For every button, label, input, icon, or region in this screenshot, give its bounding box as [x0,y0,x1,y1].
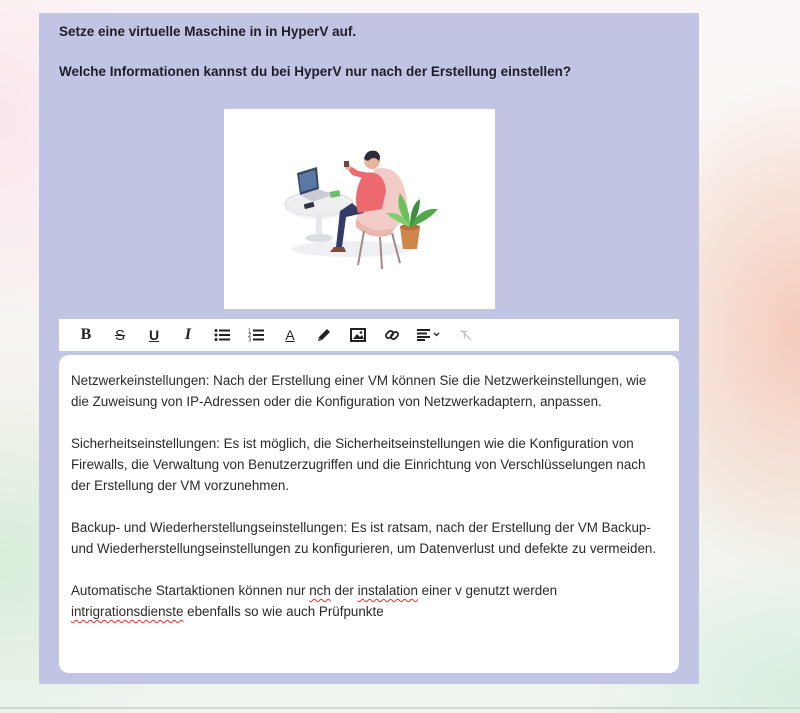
align-icon [417,329,440,341]
image-icon [350,328,366,342]
text-segment: der [330,583,358,598]
misspelled-word: nch [309,583,331,598]
clear-format-icon: T [460,329,472,342]
person-at-laptop-illustration [284,150,438,270]
italic-button[interactable]: I [171,321,205,349]
bold-button[interactable]: B [69,321,103,349]
align-dropdown-button[interactable] [409,321,449,349]
illustration-image [224,109,495,309]
text-segment: ebenfalls so wie auch Prüfpunkte [183,604,384,619]
link-button[interactable] [375,321,409,349]
misspelled-word: instalation [357,583,418,598]
italic-icon: I [184,326,192,343]
page-divider [0,707,800,709]
answer-paragraph-network: Netzwerkeinstellungen: Nach der Erstellu… [71,373,647,409]
text-segment: einer v genutzt werden [417,583,558,598]
numbered-list-button[interactable]: 1 2 3 [239,321,273,349]
underline-icon: U [148,327,160,343]
question-card: Setze eine virtuelle Maschine in in Hype… [39,13,699,684]
answer-paragraph-start-actions: Automatische Startaktionen können nur nc… [71,580,667,622]
bold-icon: B [80,326,92,343]
pen-icon [318,329,330,341]
answer-paragraph-security: Sicherheitseinstellungen: Es ist möglich… [71,436,646,493]
clear-format-button[interactable]: T [449,321,483,349]
underline-button[interactable]: U [137,321,171,349]
answer-editor[interactable]: Netzwerkeinstellungen: Nach der Erstellu… [59,355,679,673]
numbered-list-icon: 1 2 3 [248,329,264,343]
misspelled-word: intrigrationsdienste [71,604,184,619]
question-prompt: Welche Informationen kannst du bei Hyper… [59,64,572,79]
link-icon [385,330,399,340]
question-title: Setze eine virtuelle Maschine in in Hype… [59,24,357,39]
strikethrough-button[interactable]: S [103,321,137,349]
answer-paragraph-backup: Backup- und Wiederherstellungseinstellun… [71,520,657,556]
font-color-icon: A [285,327,295,343]
svg-text:3: 3 [248,338,251,343]
text-segment: Automatische Startaktionen können nur [71,583,310,598]
pen-button[interactable] [307,321,341,349]
bulleted-list-button[interactable] [205,321,239,349]
strikethrough-icon: S [114,326,125,344]
formatting-toolbar: B S U I 1 2 3 A T [59,319,679,351]
bulleted-list-icon [214,329,230,341]
image-button[interactable] [341,321,375,349]
font-color-button[interactable]: A [273,321,307,349]
